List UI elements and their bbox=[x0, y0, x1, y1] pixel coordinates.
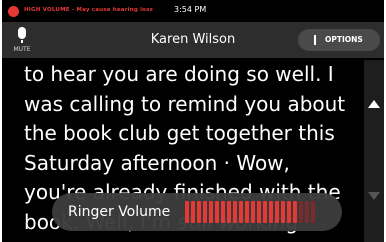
volume-level-segment bbox=[233, 201, 237, 223]
ringer-volume-label: Ringer Volume bbox=[68, 204, 171, 220]
phone-screen: HIGH VOLUME - May cause hearing loss 3:5… bbox=[2, 0, 384, 242]
volume-level-segment bbox=[203, 201, 207, 223]
caption-line: to hear you are doing so well. I bbox=[24, 62, 334, 86]
options-icon bbox=[314, 35, 316, 45]
volume-level-segment bbox=[269, 201, 273, 223]
volume-level-meter bbox=[185, 201, 315, 223]
volume-level-segment bbox=[287, 201, 291, 223]
volume-level-segment bbox=[185, 201, 189, 223]
clock: 3:54 PM bbox=[174, 5, 207, 14]
volume-level-segment bbox=[227, 201, 231, 223]
ringer-volume-toast: Ringer Volume bbox=[52, 193, 342, 231]
volume-level-segment bbox=[293, 201, 297, 223]
volume-level-segment bbox=[257, 201, 261, 223]
caption-line: was calling to remind you about bbox=[24, 91, 346, 116]
volume-warning-text: HIGH VOLUME - May cause hearing loss bbox=[24, 7, 154, 13]
volume-level-segment bbox=[275, 201, 279, 223]
caption-line: Saturday afternoon · Wow, bbox=[24, 150, 290, 175]
scroll-column bbox=[364, 60, 384, 242]
status-bar: HIGH VOLUME - May cause hearing loss 3:5… bbox=[2, 0, 384, 22]
volume-level-segment bbox=[215, 201, 219, 223]
volume-level-segment bbox=[263, 201, 267, 223]
volume-level-segment bbox=[251, 201, 255, 223]
volume-level-segment bbox=[305, 201, 309, 223]
chevron-down-icon[interactable] bbox=[368, 192, 380, 200]
volume-level-segment bbox=[239, 201, 243, 223]
volume-level-segment bbox=[209, 201, 213, 223]
volume-level-segment bbox=[245, 201, 249, 223]
volume-level-segment bbox=[191, 201, 195, 223]
volume-level-segment bbox=[311, 201, 315, 223]
caption-line: the book club get together this bbox=[24, 121, 335, 145]
chevron-up-icon[interactable] bbox=[368, 100, 380, 108]
volume-level-segment bbox=[221, 201, 225, 223]
volume-level-segment bbox=[281, 201, 285, 223]
volume-level-segment bbox=[197, 201, 201, 223]
warning-icon bbox=[8, 6, 19, 17]
volume-level-segment bbox=[299, 201, 303, 223]
options-label: OPTIONS bbox=[325, 35, 363, 44]
call-header: MUTE Karen Wilson OPTIONS bbox=[2, 22, 384, 58]
options-button[interactable]: OPTIONS bbox=[298, 29, 380, 51]
